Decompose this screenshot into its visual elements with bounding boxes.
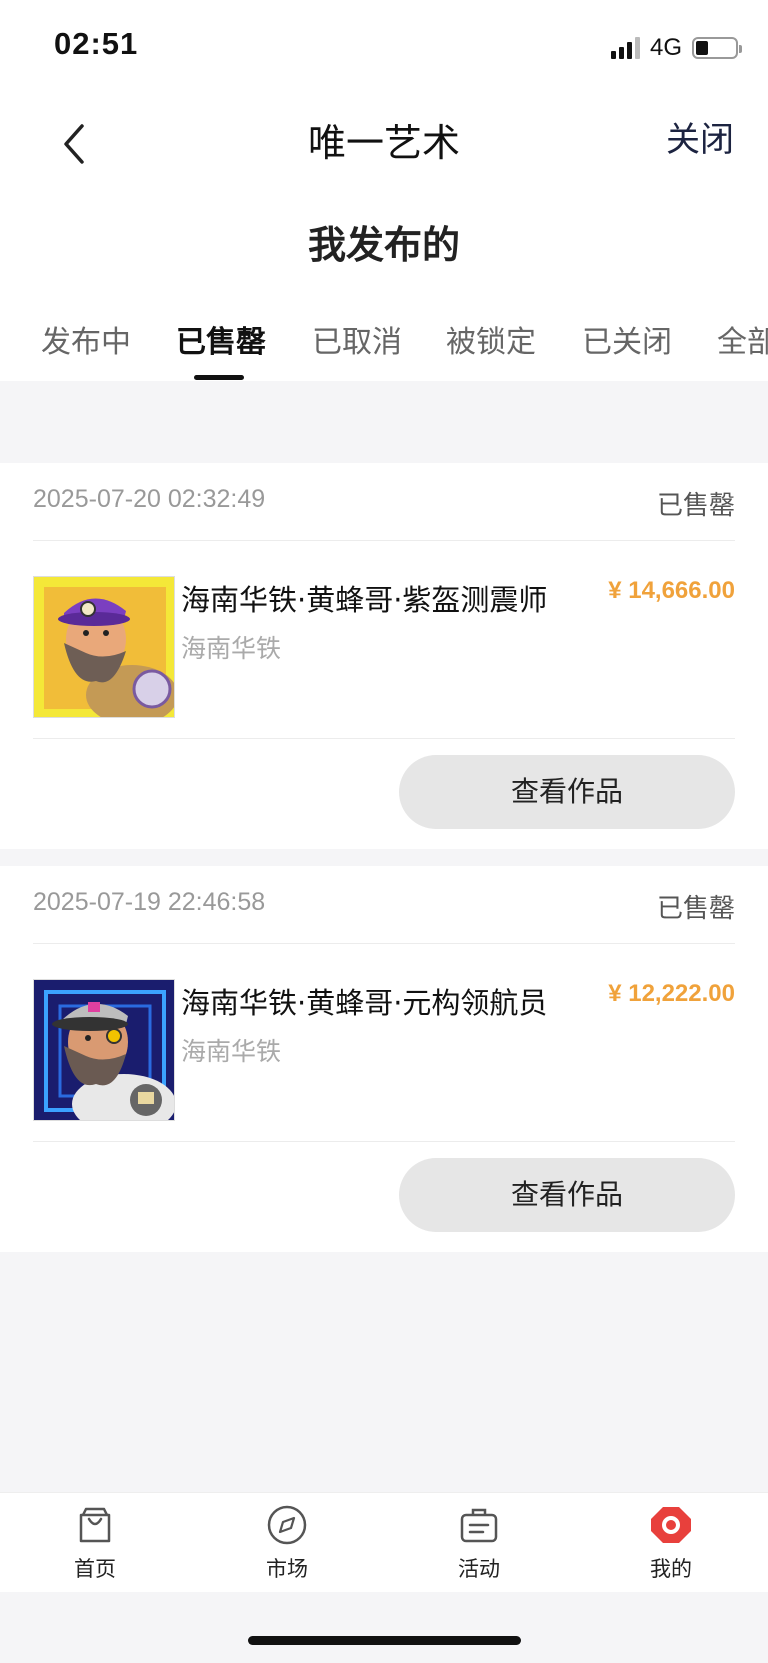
order-item[interactable]: 海南华铁·黄蜂哥·元构领航员 ¥ 12,222.00 海南华铁 — [33, 944, 735, 1142]
artwork-name: 海南华铁·黄蜂哥·紫盔测震师 — [181, 583, 548, 617]
bottom-nav-label: 首页 — [74, 1557, 116, 1581]
order-header: 2025-07-20 02:32:49 已售罄 — [33, 463, 735, 541]
bottom-nav-mine[interactable]: 我的 — [616, 1503, 726, 1583]
order-header: 2025-07-19 22:46:58 已售罄 — [33, 866, 735, 944]
bottom-nav-label: 活动 — [458, 1557, 500, 1581]
artwork-brand: 海南华铁 — [181, 1037, 282, 1066]
bag-icon — [79, 1507, 111, 1543]
order-card: 2025-07-19 22:46:58 已售罄 海南华铁·黄蜂哥·元构领航员 ¥ — [0, 866, 768, 1252]
bottom-nav: 首页 市场 活动 我的 — [0, 1492, 768, 1592]
nav-bar: 唯一艺术 关闭 我发布的 — [0, 96, 768, 271]
order-time: 2025-07-20 02:32:49 — [33, 485, 266, 513]
status-bar: 02:51 4G — [0, 0, 768, 96]
tab-locked[interactable]: 被锁定 — [446, 317, 536, 361]
status-time: 02:51 — [54, 26, 139, 61]
order-status: 已售罄 — [656, 491, 735, 521]
network-type: 4G — [649, 34, 682, 61]
home-indicator[interactable] — [248, 1636, 521, 1645]
artwork-price: ¥ 12,222.00 — [608, 980, 735, 1007]
tab-sold-out[interactable]: 已售罄 — [176, 317, 266, 361]
active-tab-indicator — [194, 375, 244, 380]
compass-icon — [267, 1505, 307, 1545]
bottom-nav-home[interactable]: 首页 — [40, 1503, 150, 1583]
profile-hexagon-icon — [651, 1507, 691, 1543]
status-tabs: 发布中 已售罄 已取消 被锁定 已关闭 全部 — [0, 271, 768, 381]
close-button[interactable]: 关闭 — [666, 112, 734, 161]
status-indicators: 4G — [610, 34, 742, 62]
order-time: 2025-07-19 22:46:58 — [33, 888, 266, 916]
artwork-price: ¥ 14,666.00 — [608, 577, 735, 604]
artwork-image — [34, 980, 174, 1120]
tab-closed[interactable]: 已关闭 — [582, 317, 672, 361]
order-card: 2025-07-20 02:32:49 已售罄 海南华铁·黄蜂哥·紫盔测震师 ¥… — [0, 463, 768, 849]
bottom-nav-market[interactable]: 市场 — [232, 1503, 342, 1583]
artwork-thumbnail[interactable] — [33, 979, 175, 1121]
tab-all[interactable]: 全部 — [717, 317, 768, 361]
bottom-nav-label: 市场 — [266, 1557, 308, 1581]
artwork-thumbnail[interactable] — [33, 576, 175, 718]
briefcase-icon — [460, 1508, 498, 1543]
signal-icon — [610, 37, 640, 59]
artwork-brand: 海南华铁 — [181, 634, 282, 663]
app-title: 唯一艺术 — [307, 121, 460, 165]
bottom-nav-label: 我的 — [650, 1557, 692, 1581]
order-item[interactable]: 海南华铁·黄蜂哥·紫盔测震师 ¥ 14,666.00 海南华铁 — [33, 541, 735, 739]
order-status: 已售罄 — [656, 894, 735, 924]
bottom-nav-activity[interactable]: 活动 — [424, 1503, 534, 1583]
view-artwork-button[interactable]: 查看作品 — [399, 1158, 735, 1232]
tab-publishing[interactable]: 发布中 — [41, 317, 131, 361]
tab-cancelled[interactable]: 已取消 — [312, 317, 402, 361]
artwork-image — [34, 577, 174, 717]
view-artwork-button[interactable]: 查看作品 — [399, 755, 735, 829]
battery-icon — [692, 37, 742, 59]
page-title: 我发布的 — [307, 223, 460, 267]
artwork-name: 海南华铁·黄蜂哥·元构领航员 — [181, 986, 548, 1020]
